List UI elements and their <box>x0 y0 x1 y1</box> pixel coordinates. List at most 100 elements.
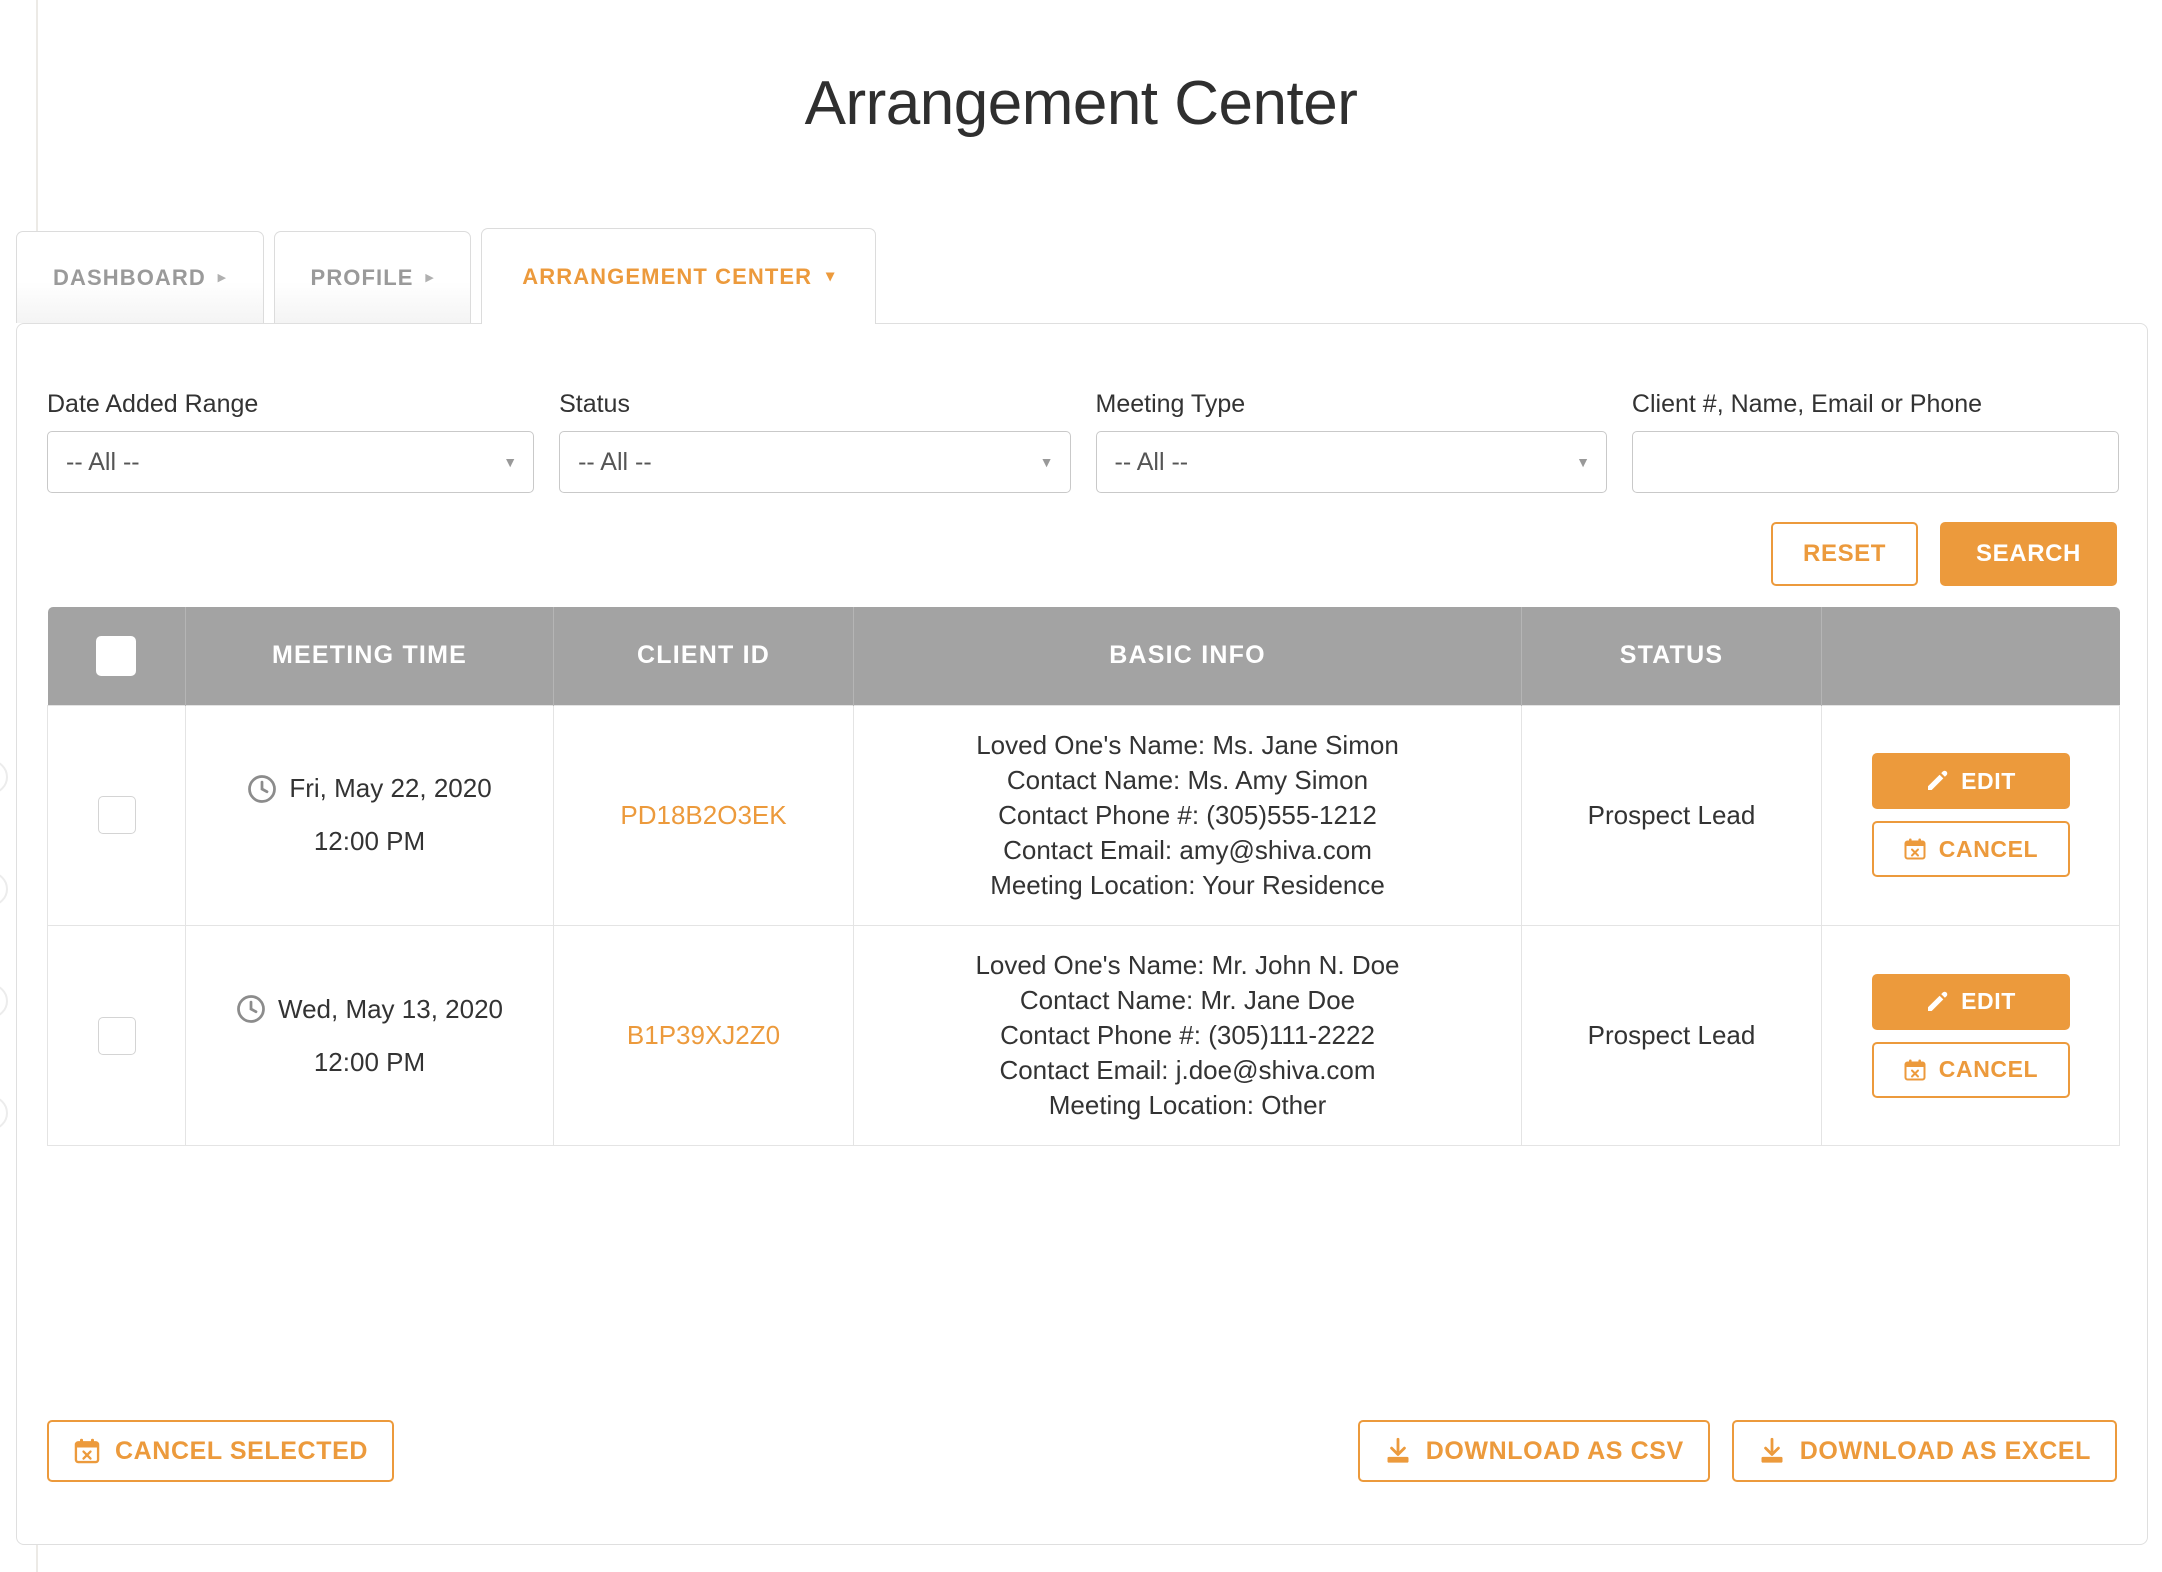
download-excel-label: DOWNLOAD AS EXCEL <box>1799 1436 2091 1465</box>
status-cell: Prospect Lead <box>1521 704 1822 926</box>
cancel-button-label: CANCEL <box>1938 1056 2039 1083</box>
table-header-row: MEETING TIME CLIENT ID BASIC INFO STATUS <box>47 607 2120 705</box>
filter-bar: Date Added Range -- All -- ▼ Status -- A… <box>47 390 2119 493</box>
stepper-circle <box>0 760 8 794</box>
cancel-button-label: CANCEL <box>1938 835 2039 862</box>
filter-meeting-type: Meeting Type -- All -- ▼ <box>1095 390 1607 493</box>
meeting-time-cell: Fri, May 22, 2020 12:00 PM <box>185 704 554 926</box>
meeting-type-select[interactable]: -- All -- ▼ <box>1095 431 1607 493</box>
cancel-meeting-button[interactable]: CANCEL <box>1871 821 2070 878</box>
calendar-times-icon <box>73 1437 101 1465</box>
chevron-right-icon: ▸ <box>425 269 435 286</box>
date-added-range-value: -- All -- <box>66 447 140 476</box>
meeting-date: Fri, May 22, 2020 <box>289 773 492 804</box>
cancel-meeting-button[interactable]: CANCEL <box>1871 1041 2070 1098</box>
pencil-icon <box>1925 769 1949 793</box>
column-actions <box>1821 607 2120 705</box>
contact-phone: Contact Phone #: (305)111-2222 <box>1000 1020 1375 1051</box>
edit-button-label: EDIT <box>1961 988 2016 1015</box>
date-added-range-select[interactable]: -- All -- ▼ <box>47 431 535 493</box>
pencil-icon <box>1925 990 1949 1014</box>
filter-client-search: Client #, Name, Email or Phone <box>1631 390 2119 493</box>
column-meeting-time[interactable]: MEETING TIME <box>185 607 554 705</box>
download-csv-label: DOWNLOAD AS CSV <box>1425 1436 1684 1465</box>
filter-status: Status -- All -- ▼ <box>559 390 1071 493</box>
tab-arrangement-center[interactable]: ARRANGEMENT CENTER ▾ <box>481 228 877 324</box>
loved-one-name: Loved One's Name: Mr. John N. Doe <box>975 949 1400 980</box>
calendar-times-icon <box>1903 1058 1927 1082</box>
table-row: Fri, May 22, 2020 12:00 PM PD18B2O3EK Lo… <box>47 704 2120 926</box>
table-footer: CANCEL SELECTED DOWNLOAD AS CSV DOWNLOAD… <box>47 1420 2117 1482</box>
status-value: -- All -- <box>578 447 652 476</box>
clock-icon <box>247 774 277 804</box>
row-checkbox[interactable] <box>97 1016 136 1055</box>
filter-status-label: Status <box>559 390 630 418</box>
contact-email: Contact Email: amy@shiva.com <box>1003 834 1372 865</box>
basic-info-cell: Loved One's Name: Ms. Jane Simon Contact… <box>853 704 1522 926</box>
row-checkbox[interactable] <box>97 796 136 835</box>
column-select-all <box>47 607 186 705</box>
status-cell: Prospect Lead <box>1521 924 1822 1147</box>
search-button[interactable]: SEARCH <box>1940 522 2117 586</box>
search-actions: RESET SEARCH <box>1771 522 2117 586</box>
column-basic-info[interactable]: BASIC INFO <box>853 607 1522 705</box>
client-search-input[interactable] <box>1631 431 2119 493</box>
arrangements-table: MEETING TIME CLIENT ID BASIC INFO STATUS <box>47 607 2120 1147</box>
cancel-selected-button[interactable]: CANCEL SELECTED <box>47 1420 395 1482</box>
edit-button[interactable]: EDIT <box>1871 973 2070 1030</box>
meeting-time: 12:00 PM <box>313 1046 426 1077</box>
tab-bar: DASHBOARD ▸ PROFILE ▸ ARRANGEMENT CENTER… <box>16 228 886 324</box>
client-id-cell: B1P39XJ2Z0 <box>553 924 854 1147</box>
reset-button[interactable]: RESET <box>1771 522 1919 586</box>
contact-name: Contact Name: Mr. Jane Doe <box>1019 985 1356 1016</box>
select-all-checkbox[interactable] <box>96 635 137 676</box>
meeting-time: 12:00 PM <box>313 826 426 857</box>
tab-dashboard[interactable]: DASHBOARD ▸ <box>16 231 264 323</box>
arrangement-center-panel: Date Added Range -- All -- ▼ Status -- A… <box>16 323 2148 1545</box>
meeting-date: Wed, May 13, 2020 <box>278 993 503 1024</box>
meeting-location: Meeting Location: Your Residence <box>990 869 1385 900</box>
client-id-link[interactable]: PD18B2O3EK <box>620 800 786 830</box>
client-id-link[interactable]: B1P39XJ2Z0 <box>627 1020 780 1050</box>
calendar-times-icon <box>1903 837 1927 861</box>
client-id-cell: PD18B2O3EK <box>553 704 854 926</box>
status-select[interactable]: -- All -- ▼ <box>559 431 1071 493</box>
tab-profile-label: PROFILE <box>310 264 414 290</box>
actions-cell: EDIT CANCEL <box>1821 924 2120 1147</box>
download-icon <box>1384 1437 1412 1465</box>
download-icon <box>1758 1437 1786 1465</box>
filter-date-added-range: Date Added Range -- All -- ▼ <box>47 390 535 493</box>
contact-phone: Contact Phone #: (305)555-1212 <box>998 799 1377 830</box>
stepper-circle <box>0 1096 8 1130</box>
download-csv-button[interactable]: DOWNLOAD AS CSV <box>1357 1420 1710 1482</box>
chevron-down-icon: ▼ <box>503 454 518 470</box>
tab-arrangement-center-label: ARRANGEMENT CENTER <box>522 263 813 289</box>
contact-email: Contact Email: j.doe@shiva.com <box>999 1055 1376 1086</box>
stepper-circle <box>0 984 8 1018</box>
contact-name: Contact Name: Ms. Amy Simon <box>1006 764 1369 795</box>
chevron-down-icon: ▼ <box>1039 454 1054 470</box>
filter-client-search-label: Client #, Name, Email or Phone <box>1631 390 1983 418</box>
row-select-cell <box>47 924 186 1147</box>
edit-button[interactable]: EDIT <box>1871 753 2070 810</box>
basic-info-cell: Loved One's Name: Mr. John N. Doe Contac… <box>853 924 1522 1147</box>
stepper-circle <box>0 872 8 906</box>
download-actions: DOWNLOAD AS CSV DOWNLOAD AS EXCEL <box>1357 1420 2117 1482</box>
page-title: Arrangement Center <box>804 68 1358 138</box>
meeting-type-value: -- All -- <box>1114 447 1189 476</box>
column-status[interactable]: STATUS <box>1521 607 1822 705</box>
column-client-id[interactable]: CLIENT ID <box>553 607 854 705</box>
filter-meeting-type-label: Meeting Type <box>1095 390 1246 418</box>
actions-cell: EDIT CANCEL <box>1821 704 2120 926</box>
meeting-location: Meeting Location: Other <box>1048 1090 1327 1121</box>
edit-button-label: EDIT <box>1961 767 2016 794</box>
cancel-selected-label: CANCEL SELECTED <box>115 1436 369 1465</box>
filter-date-added-range-label: Date Added Range <box>47 390 259 418</box>
chevron-down-icon: ▼ <box>1576 454 1590 470</box>
tab-profile[interactable]: PROFILE ▸ <box>273 231 472 323</box>
row-select-cell <box>47 704 186 926</box>
chevron-down-icon: ▾ <box>826 267 836 285</box>
loved-one-name: Loved One's Name: Ms. Jane Simon <box>976 729 1399 760</box>
download-excel-button[interactable]: DOWNLOAD AS EXCEL <box>1731 1420 2117 1482</box>
chevron-right-icon: ▸ <box>217 269 227 286</box>
